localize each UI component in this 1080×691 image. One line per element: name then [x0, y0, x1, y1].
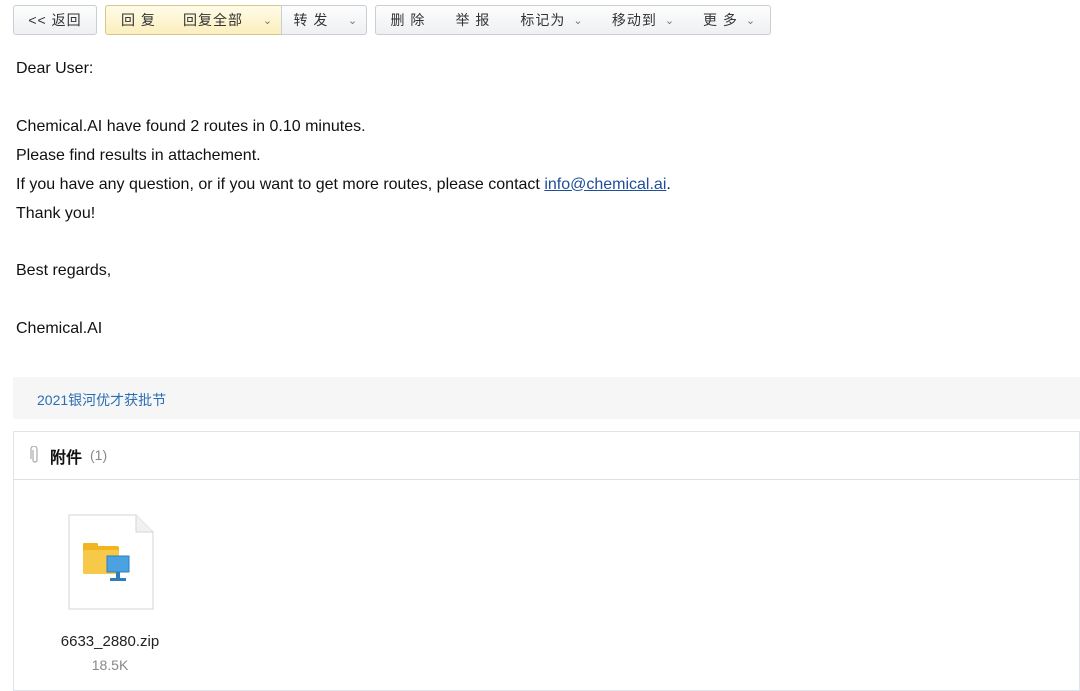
delete-button-label: 删 除 — [390, 12, 426, 28]
chevron-down-icon: ⌄ — [573, 14, 584, 27]
reply-button-label: 回 复 — [121, 12, 156, 28]
reply-dropdown-button[interactable]: ⌄ — [255, 5, 282, 35]
chevron-down-icon: ⌄ — [262, 14, 274, 27]
chevron-down-icon: ⌄ — [745, 14, 757, 27]
forward-button[interactable]: 转 发 — [281, 5, 341, 35]
email-signature: Chemical.AI — [16, 319, 103, 337]
zip-file-icon[interactable] — [68, 514, 154, 610]
move-to-button[interactable]: 移动到 ⌄ — [598, 5, 690, 35]
attachment-title: 附件 — [50, 450, 83, 467]
mail-toolbar: << 返回 回 复 回复全部 ⌄ 转 发 ⌄ 删 除 举 报 标记为 ⌄ 移动到… — [0, 0, 1080, 48]
chevron-down-icon: ⌄ — [664, 14, 676, 27]
more-button-label: 更 多 — [702, 12, 738, 28]
email-closing: Best regards, — [16, 262, 112, 279]
promo-bar: 2021银河优才获批节 — [13, 377, 1080, 419]
delete-button[interactable]: 删 除 — [375, 5, 441, 35]
reply-all-button-label: 回复全部 — [183, 12, 243, 28]
back-button[interactable]: << 返回 — [13, 5, 97, 35]
contact-suffix: . — [666, 175, 671, 193]
email-line-routes: Chemical.AI have found 2 routes in 0.10 … — [16, 117, 366, 135]
email-body: Dear User: Chemical.AI have found 2 rout… — [16, 54, 671, 343]
forward-dropdown-button[interactable]: ⌄ — [340, 5, 367, 35]
email-line-thanks: Thank you! — [16, 204, 96, 222]
report-button-label: 举 报 — [455, 12, 491, 28]
contact-prefix: If you have any question, or if you want… — [16, 175, 545, 193]
email-line-attachment: Please find results in attachement. — [16, 146, 261, 164]
attachment-file-size: 18.5K — [91, 657, 129, 673]
more-button[interactable]: 更 多 ⌄ — [689, 5, 771, 35]
attachment-panel: 附件 (1) 6633_2880.zip 18.5K — [13, 431, 1080, 691]
email-greeting: Dear User: — [16, 60, 94, 77]
reply-all-button[interactable]: 回复全部 — [171, 5, 256, 35]
report-button[interactable]: 举 报 — [440, 5, 507, 35]
promo-link[interactable]: 2021银河优才获批节 — [37, 390, 166, 410]
mark-as-button[interactable]: 标记为 ⌄ — [506, 5, 599, 35]
attachment-count: (1) — [90, 447, 108, 463]
back-button-label: << 返回 — [28, 12, 82, 28]
chevron-down-icon: ⌄ — [347, 14, 359, 27]
reply-button[interactable]: 回 复 — [105, 5, 172, 35]
contact-email-link[interactable]: info@chemical.ai — [544, 176, 666, 193]
mark-as-button-label: 标记为 — [520, 12, 566, 28]
email-line-contact: If you have any question, or if you want… — [16, 170, 671, 199]
paperclip-icon — [30, 446, 38, 463]
move-to-button-label: 移动到 — [611, 12, 657, 28]
forward-button-label: 转 发 — [293, 12, 329, 28]
attachment-header: 附件 (1) — [14, 432, 1079, 480]
attachment-file-name[interactable]: 6633_2880.zip — [50, 633, 170, 650]
